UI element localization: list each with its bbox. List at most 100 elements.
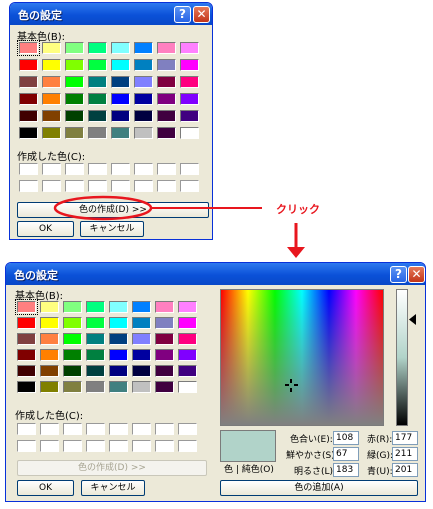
- basic-color-swatch[interactable]: [155, 381, 174, 393]
- basic-color-swatch[interactable]: [17, 40, 40, 56]
- basic-color-swatch[interactable]: [88, 59, 107, 71]
- basic-color-swatch[interactable]: [109, 349, 128, 361]
- ok-button[interactable]: OK: [17, 221, 74, 237]
- custom-color-swatch[interactable]: [155, 423, 174, 435]
- basic-color-swatch[interactable]: [42, 110, 61, 122]
- basic-color-swatch[interactable]: [157, 59, 176, 71]
- basic-color-swatch[interactable]: [65, 93, 84, 105]
- ok-button[interactable]: OK: [17, 480, 74, 496]
- luminance-arrow-icon[interactable]: [409, 314, 416, 325]
- basic-color-swatch[interactable]: [157, 76, 176, 88]
- basic-color-swatch[interactable]: [17, 349, 36, 361]
- custom-color-swatch[interactable]: [132, 423, 151, 435]
- basic-color-swatch[interactable]: [132, 349, 151, 361]
- help-button[interactable]: ?: [390, 266, 407, 283]
- custom-color-swatch[interactable]: [134, 163, 153, 175]
- basic-color-swatch[interactable]: [155, 333, 174, 345]
- custom-color-swatch[interactable]: [157, 180, 176, 192]
- basic-color-swatch[interactable]: [63, 317, 82, 329]
- basic-color-swatch[interactable]: [17, 317, 36, 329]
- custom-color-swatch[interactable]: [111, 180, 130, 192]
- custom-color-swatch[interactable]: [40, 423, 59, 435]
- basic-color-swatch[interactable]: [42, 59, 61, 71]
- basic-color-swatch[interactable]: [132, 317, 151, 329]
- custom-color-swatch[interactable]: [132, 440, 151, 452]
- basic-color-swatch[interactable]: [157, 42, 176, 54]
- basic-color-swatch[interactable]: [134, 76, 153, 88]
- custom-color-swatch[interactable]: [88, 180, 107, 192]
- add-to-custom-colors-button[interactable]: 色の追加(A): [220, 480, 418, 496]
- basic-color-swatch[interactable]: [134, 110, 153, 122]
- close-button[interactable]: ✕: [193, 6, 210, 23]
- basic-color-swatch[interactable]: [155, 301, 174, 313]
- basic-color-swatch[interactable]: [88, 42, 107, 54]
- basic-color-swatch[interactable]: [134, 42, 153, 54]
- basic-color-swatch[interactable]: [86, 365, 105, 377]
- basic-color-swatch[interactable]: [88, 76, 107, 88]
- basic-color-swatch[interactable]: [42, 127, 61, 139]
- custom-color-swatch[interactable]: [63, 440, 82, 452]
- custom-color-swatch[interactable]: [178, 423, 197, 435]
- basic-color-swatch[interactable]: [109, 333, 128, 345]
- basic-color-swatch[interactable]: [63, 333, 82, 345]
- basic-color-swatch[interactable]: [65, 110, 84, 122]
- custom-color-swatch[interactable]: [65, 163, 84, 175]
- basic-color-swatch[interactable]: [178, 333, 197, 345]
- custom-color-swatch[interactable]: [19, 163, 38, 175]
- basic-color-swatch[interactable]: [63, 381, 82, 393]
- basic-color-swatch[interactable]: [111, 110, 130, 122]
- basic-color-swatch[interactable]: [86, 301, 105, 313]
- basic-color-swatch[interactable]: [178, 301, 197, 313]
- basic-color-swatch[interactable]: [178, 349, 197, 361]
- basic-color-swatch[interactable]: [180, 76, 199, 88]
- custom-color-swatch[interactable]: [40, 440, 59, 452]
- basic-color-swatch[interactable]: [134, 93, 153, 105]
- basic-color-swatch[interactable]: [111, 76, 130, 88]
- basic-color-swatch[interactable]: [17, 381, 36, 393]
- basic-color-swatch[interactable]: [63, 301, 82, 313]
- saturation-input[interactable]: 67: [333, 447, 359, 461]
- basic-color-swatch[interactable]: [40, 301, 59, 313]
- custom-color-swatch[interactable]: [88, 163, 107, 175]
- custom-color-swatch[interactable]: [65, 180, 84, 192]
- custom-color-swatch[interactable]: [109, 440, 128, 452]
- basic-color-swatch[interactable]: [178, 365, 197, 377]
- hue-input[interactable]: 108: [333, 431, 359, 445]
- custom-color-swatch[interactable]: [157, 163, 176, 175]
- custom-color-swatch[interactable]: [17, 423, 36, 435]
- custom-color-swatch[interactable]: [63, 423, 82, 435]
- basic-color-swatch[interactable]: [88, 127, 107, 139]
- basic-color-swatch[interactable]: [42, 42, 61, 54]
- basic-color-swatch[interactable]: [134, 59, 153, 71]
- close-button[interactable]: ✕: [408, 266, 425, 283]
- basic-color-swatch[interactable]: [109, 365, 128, 377]
- custom-color-swatch[interactable]: [86, 440, 105, 452]
- custom-color-swatch[interactable]: [178, 440, 197, 452]
- basic-color-swatch[interactable]: [134, 127, 153, 139]
- cancel-button[interactable]: キャンセル: [80, 221, 144, 237]
- basic-color-swatch[interactable]: [111, 42, 130, 54]
- luminance-input[interactable]: 183: [333, 463, 359, 477]
- green-input[interactable]: 211: [392, 447, 418, 461]
- basic-color-swatch[interactable]: [178, 381, 197, 393]
- basic-color-swatch[interactable]: [19, 110, 38, 122]
- custom-color-swatch[interactable]: [180, 180, 199, 192]
- color-solid-label[interactable]: 色 | 純色(O): [224, 462, 274, 475]
- custom-color-swatch[interactable]: [155, 440, 174, 452]
- basic-color-swatch[interactable]: [42, 93, 61, 105]
- basic-color-swatch[interactable]: [157, 93, 176, 105]
- custom-color-swatch[interactable]: [109, 423, 128, 435]
- basic-color-swatch[interactable]: [180, 59, 199, 71]
- basic-color-swatch[interactable]: [19, 93, 38, 105]
- basic-color-swatch[interactable]: [86, 381, 105, 393]
- basic-color-swatch[interactable]: [65, 59, 84, 71]
- basic-color-swatch[interactable]: [63, 365, 82, 377]
- basic-color-swatch[interactable]: [65, 76, 84, 88]
- basic-color-swatch[interactable]: [40, 365, 59, 377]
- basic-color-swatch[interactable]: [19, 76, 38, 88]
- basic-color-swatch[interactable]: [40, 333, 59, 345]
- define-custom-colors-button[interactable]: 色の作成(D) >>: [17, 202, 209, 218]
- basic-color-swatch[interactable]: [40, 381, 59, 393]
- custom-color-swatch[interactable]: [180, 163, 199, 175]
- basic-color-swatch[interactable]: [88, 110, 107, 122]
